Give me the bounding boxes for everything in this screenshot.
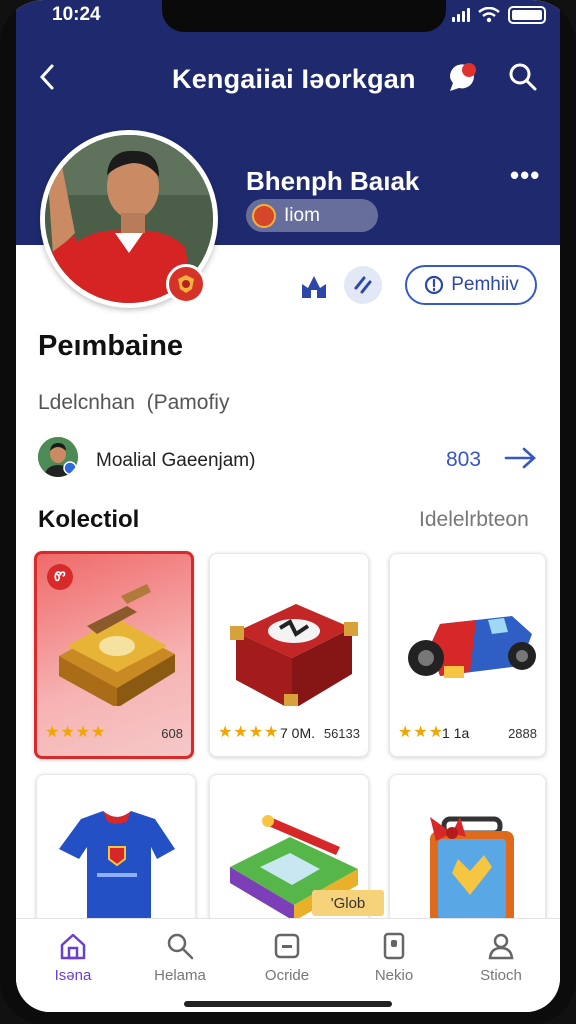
team-badge-icon — [166, 264, 206, 304]
section-subtitle: Ldelcnhan (Pamofiy — [38, 391, 230, 414]
more-options-icon[interactable]: ••• — [510, 160, 540, 191]
owner-name: Moalial Gaeenjam) — [96, 450, 256, 471]
follow-label: Pemhiiv — [451, 274, 519, 295]
owner-avatar — [38, 437, 78, 477]
tab-search[interactable]: Helama — [135, 931, 225, 984]
tab-home[interactable]: Isəna — [28, 931, 118, 984]
tab-label: Isəna — [54, 967, 92, 984]
notch — [162, 0, 446, 32]
app-screen: 10:24 Kengaiiai Iəorkgan Bhenph Baıak Ii… — [16, 0, 560, 1012]
tab-wallet[interactable]: Nekio — [349, 931, 439, 984]
profile-icon — [488, 933, 514, 960]
bottom-tab-bar: Isəna Helama Ocride Nekio Stioch — [16, 918, 560, 1012]
stadium-icon[interactable] — [298, 270, 330, 302]
card-rating: ★★★★ — [218, 724, 280, 741]
chip-label: Iiom — [284, 204, 320, 226]
card-rating: ★★★ — [398, 724, 445, 741]
club-icon — [252, 203, 276, 228]
page-title: Kengaiiai Iəorkgan — [172, 64, 416, 94]
card-tag: 'Glob — [312, 890, 384, 916]
search-icon[interactable] — [508, 62, 538, 92]
wallet-icon — [383, 932, 405, 960]
search-icon — [167, 933, 194, 960]
collection-title: Kolectiol — [38, 506, 140, 533]
tab-profile[interactable]: Stioch — [456, 931, 546, 984]
card-icon — [274, 933, 300, 959]
home-icon — [60, 933, 86, 960]
status-time: 10:24 — [52, 4, 101, 25]
card-meta: 1 1a — [442, 725, 470, 741]
follow-button[interactable]: Pemhiiv — [405, 265, 537, 305]
arrow-right-icon[interactable] — [504, 445, 538, 471]
tab-label: Nekio — [374, 967, 414, 984]
section-title: Peımbaine — [38, 330, 184, 362]
profile-chip[interactable]: Iiom — [246, 199, 378, 232]
battery-icon — [508, 6, 546, 24]
collection-card[interactable]: ★★★ 1 1a 2888 — [389, 553, 546, 757]
treasure-chest-icon — [59, 584, 175, 706]
signal-icon — [452, 8, 470, 22]
toy-car-icon — [408, 616, 536, 678]
card-value: 608 — [161, 726, 183, 741]
follow-icon — [425, 275, 444, 295]
share-icon[interactable] — [344, 266, 382, 304]
card-value: 2888 — [508, 726, 537, 741]
collection-see-all-link[interactable]: Idelelrbteon — [419, 508, 529, 532]
tab-collection[interactable]: Ocride — [242, 931, 332, 984]
card-value: 56133 — [323, 726, 360, 741]
profile-name: Bhenph Baıak — [246, 166, 420, 196]
card-meta: 7 0M. — [280, 725, 316, 741]
back-icon[interactable] — [36, 62, 58, 92]
phone-frame: 10:24 Kengaiiai Iəorkgan Bhenph Baıak Ii… — [0, 0, 576, 1024]
jersey-icon — [59, 811, 175, 921]
collection-card[interactable]: Ꮫ ★★★★ 608 — [34, 551, 194, 759]
collection-card[interactable]: ★★★★ 7 0M. 56133 — [209, 553, 369, 757]
owner-count: 803 — [446, 448, 482, 471]
wifi-icon — [478, 7, 500, 23]
owner-row[interactable]: Moalial Gaeenjam) 803 — [38, 437, 538, 479]
tab-label: Ocride — [264, 967, 310, 984]
tab-label: Helama — [154, 967, 206, 984]
tab-label: Stioch — [480, 967, 522, 984]
chat-icon[interactable] — [445, 60, 479, 94]
card-rating: ★★★★ — [45, 724, 107, 741]
status-icons — [452, 6, 546, 24]
gift-suitcase-icon — [430, 816, 514, 927]
home-indicator — [184, 1001, 392, 1007]
trophy-box-icon — [230, 604, 358, 706]
